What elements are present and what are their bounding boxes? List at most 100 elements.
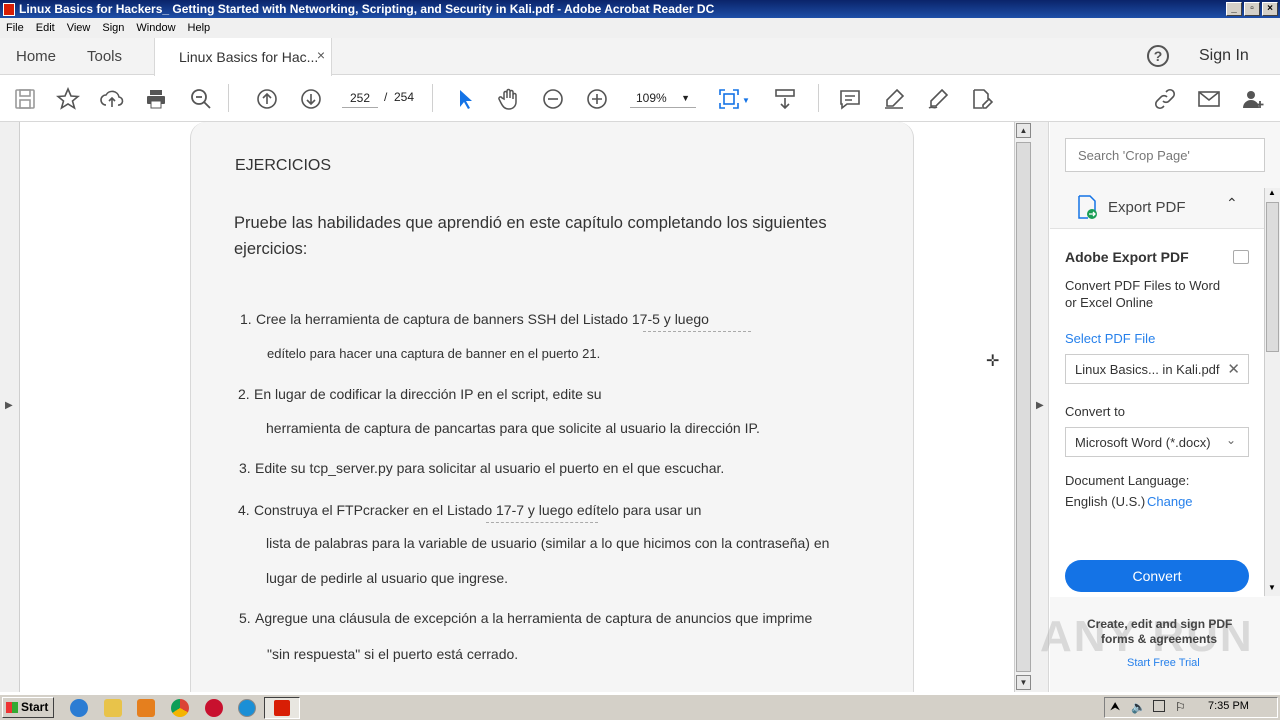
panel-description: or Excel Online xyxy=(1065,295,1154,310)
sign-icon[interactable] xyxy=(925,86,951,112)
ie-icon[interactable] xyxy=(70,699,88,717)
fit-page-icon[interactable] xyxy=(716,86,742,112)
tools-search-input[interactable]: Search 'Crop Page' xyxy=(1065,138,1265,172)
chevron-up-icon[interactable]: ⌃ xyxy=(1226,195,1238,212)
tools-pane-scrollbar[interactable]: ▲ ▼ xyxy=(1264,188,1280,596)
document-scrollbar[interactable]: ▲ ▼ xyxy=(1014,122,1031,692)
convert-to-select[interactable]: Microsoft Word (*.docx) ⌄ xyxy=(1065,427,1249,457)
start-button[interactable]: Start xyxy=(2,697,54,718)
remove-file-icon[interactable]: ✕ xyxy=(1227,360,1240,378)
exercise-line: lista de palabras para la variable de us… xyxy=(266,535,830,551)
zoom-out-icon[interactable] xyxy=(540,86,566,112)
page-number-input[interactable]: 252 xyxy=(342,88,378,108)
menu-edit[interactable]: Edit xyxy=(30,22,61,34)
opera-icon[interactable] xyxy=(205,699,223,717)
folder-icon[interactable] xyxy=(104,699,122,717)
link-underline xyxy=(643,331,751,332)
minimize-button[interactable]: _ xyxy=(1226,2,1242,16)
highlight-icon[interactable] xyxy=(881,86,907,112)
document-language-value: English (U.S.) xyxy=(1065,494,1146,509)
chevron-down-icon[interactable]: ▼ xyxy=(742,96,750,105)
upload-icon[interactable] xyxy=(99,86,125,112)
sign-in-link[interactable]: Sign In xyxy=(1199,47,1249,65)
close-tab-icon[interactable]: × xyxy=(317,47,325,63)
help-icon[interactable]: ? xyxy=(1147,45,1169,67)
menu-view[interactable]: View xyxy=(61,22,97,34)
export-pdf-header[interactable]: Export PDF ⌃ xyxy=(1050,185,1264,229)
maximize-button[interactable]: ▫ xyxy=(1244,2,1260,16)
select-pointer-icon[interactable] xyxy=(452,86,478,112)
collapse-right-panel-icon[interactable]: ▶ xyxy=(1036,400,1044,411)
exercise-number: 1. xyxy=(240,311,252,327)
save-icon[interactable] xyxy=(12,86,38,112)
menu-sign[interactable]: Sign xyxy=(96,22,130,34)
zoom-select[interactable]: 109% ▼ xyxy=(630,88,696,108)
scroll-down-icon[interactable]: ▼ xyxy=(1016,675,1031,690)
selected-file-field[interactable]: Linux Basics... in Kali.pdf ✕ xyxy=(1065,354,1249,384)
fill-sign-icon[interactable] xyxy=(969,86,995,112)
chevron-down-icon: ▼ xyxy=(681,93,690,103)
document-language-label: Document Language: xyxy=(1065,473,1190,488)
exercise-line: lugar de pedirle al usuario que ingrese. xyxy=(266,570,509,586)
find-icon[interactable] xyxy=(188,86,214,112)
select-pdf-file-link[interactable]: Select PDF File xyxy=(1065,331,1155,346)
print-icon[interactable] xyxy=(143,86,169,112)
menu-bar: File Edit View Sign Window Help xyxy=(0,18,1280,38)
bookmark-star-icon[interactable] xyxy=(55,86,81,112)
acrobat-icon xyxy=(274,700,290,716)
taskbar-acrobat-button[interactable] xyxy=(264,697,300,719)
email-icon[interactable] xyxy=(1196,86,1222,112)
media-player-icon[interactable] xyxy=(137,699,155,717)
page-separator: / xyxy=(384,90,388,104)
scroll-thumb[interactable] xyxy=(1266,202,1279,352)
intro-line-1: Pruebe las habilidades que aprendió en e… xyxy=(234,214,827,232)
change-language-link[interactable]: Change xyxy=(1147,494,1193,509)
start-label: Start xyxy=(21,700,49,714)
tab-home[interactable]: Home xyxy=(16,48,56,65)
intro-line-2: ejercicios: xyxy=(234,240,308,258)
edge-icon[interactable] xyxy=(238,699,256,717)
tab-document[interactable]: Linux Basics for Hac... × xyxy=(154,38,332,76)
exercise-number: 2. xyxy=(238,386,250,402)
expand-left-panel-icon[interactable]: ▶ xyxy=(5,400,13,411)
scroll-up-icon[interactable]: ▲ xyxy=(1268,188,1276,197)
speaker-icon[interactable]: 🔈 xyxy=(1131,700,1146,714)
hand-icon[interactable] xyxy=(496,86,522,112)
tab-document-label: Linux Basics for Hac... xyxy=(179,49,319,65)
exercise-number: 4. xyxy=(238,502,250,518)
scroll-up-icon[interactable]: ▲ xyxy=(1016,123,1031,138)
copy-info-icon[interactable] xyxy=(1233,250,1249,264)
comment-icon[interactable] xyxy=(837,86,863,112)
flag-icon[interactable]: ⚐ xyxy=(1175,700,1186,714)
exercise-line: Edite su tcp_server.py para solicitar al… xyxy=(255,460,725,476)
export-pdf-icon xyxy=(1078,195,1097,219)
convert-button[interactable]: Convert xyxy=(1065,560,1249,592)
close-window-button[interactable]: × xyxy=(1262,2,1278,16)
menu-help[interactable]: Help xyxy=(182,22,217,34)
window-title: Linux Basics for Hackers_ Getting Starte… xyxy=(19,2,715,16)
page-up-icon[interactable] xyxy=(254,86,280,112)
zoom-value: 109% xyxy=(636,91,667,105)
chrome-icon[interactable] xyxy=(171,699,189,717)
scroll-thumb[interactable] xyxy=(1016,142,1031,672)
start-free-trial-link[interactable]: Start Free Trial xyxy=(1127,657,1200,669)
pdf-page xyxy=(190,122,914,692)
tab-tools[interactable]: Tools xyxy=(87,48,122,65)
scroll-mode-icon[interactable] xyxy=(772,86,798,112)
taskbar: Start ⮝ 🔈 ⚐ xyxy=(0,694,1280,720)
menu-window[interactable]: Window xyxy=(130,22,181,34)
network-icon[interactable] xyxy=(1153,700,1165,712)
page-down-icon[interactable] xyxy=(298,86,324,112)
tray-expand-icon[interactable]: ⮝ xyxy=(1110,699,1120,714)
link-icon[interactable] xyxy=(1152,86,1178,112)
convert-to-label: Convert to xyxy=(1065,404,1125,419)
exercise-line: herramienta de captura de pancartas para… xyxy=(266,420,760,436)
scroll-down-icon[interactable]: ▼ xyxy=(1268,583,1276,592)
promo-line: Create, edit and sign PDF xyxy=(1087,617,1233,631)
zoom-in-icon[interactable] xyxy=(584,86,610,112)
convert-to-value: Microsoft Word (*.docx) xyxy=(1075,435,1211,450)
add-user-icon[interactable] xyxy=(1240,86,1266,112)
exercise-line: "sin respuesta" si el puerto está cerrad… xyxy=(267,646,519,662)
exercise-number: 3. xyxy=(239,460,251,476)
menu-file[interactable]: File xyxy=(0,22,30,34)
